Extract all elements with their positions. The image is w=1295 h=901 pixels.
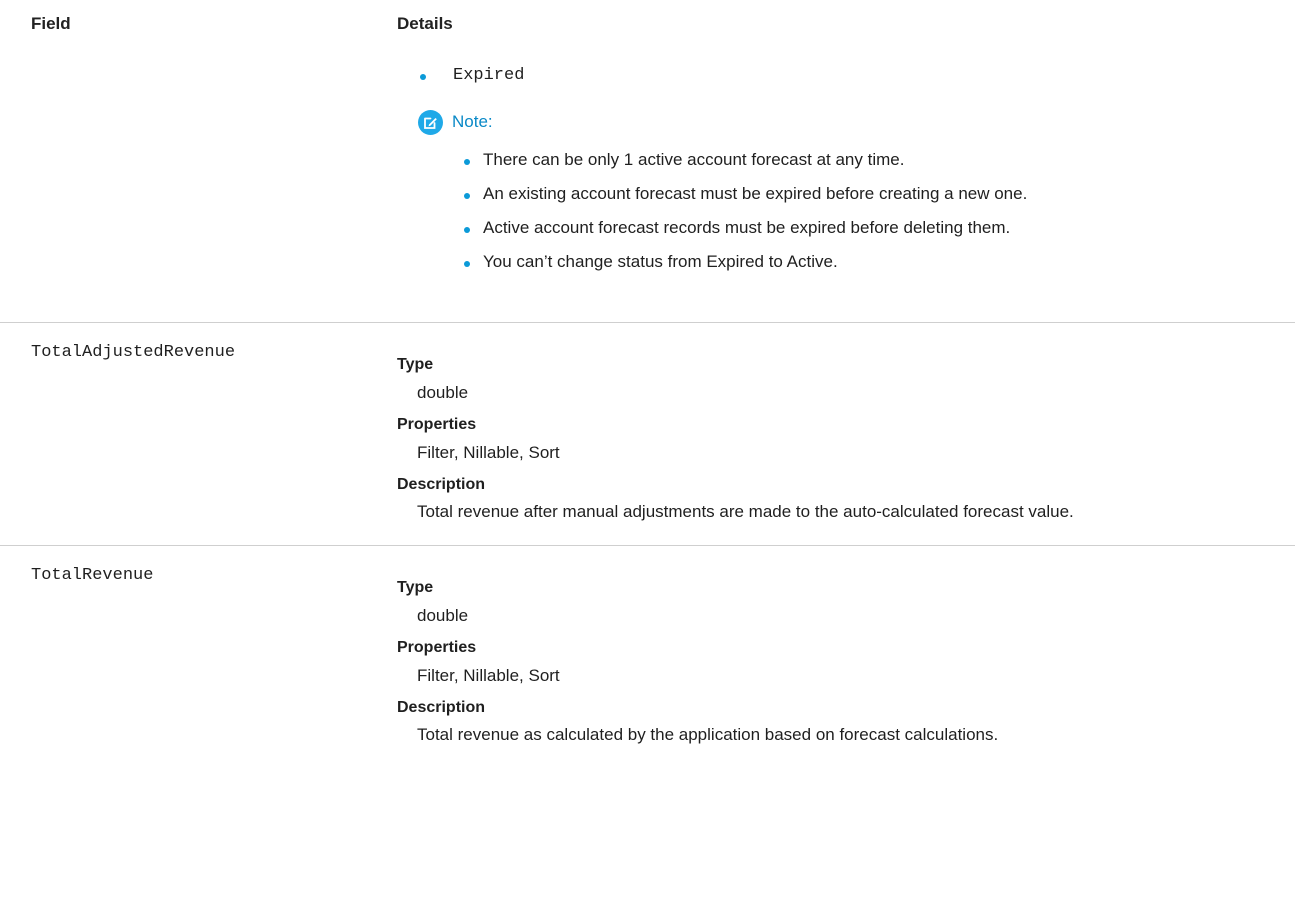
type-value: double [417, 606, 469, 625]
note-edit-icon [418, 110, 443, 135]
note-item: An existing account forecast must be exp… [483, 184, 1028, 203]
note-item: There can be only 1 active account forec… [483, 150, 905, 169]
note-item: Active account forecast records must be … [483, 218, 1011, 237]
field-details-table: Field Details Expired Note: There can be… [0, 0, 1295, 901]
properties-value: Filter, Nillable, Sort [417, 443, 560, 462]
description-label: Description [397, 476, 486, 493]
type-value: double [417, 383, 469, 402]
column-header-field: Field [31, 14, 71, 33]
table-header: Field Details [0, 0, 1295, 42]
properties-label: Properties [397, 416, 477, 433]
properties-value: Filter, Nillable, Sort [417, 666, 560, 685]
properties-label: Properties [397, 639, 477, 656]
note-item: You can’t change status from Expired to … [483, 252, 838, 271]
field-name: TotalAdjustedRevenue [31, 343, 236, 362]
field-name: TotalRevenue [31, 566, 154, 585]
description-label: Description [397, 699, 486, 716]
bullet-icon [464, 193, 470, 199]
row-divider [0, 322, 1295, 323]
bullet-icon [464, 227, 470, 233]
bullet-icon [464, 159, 470, 165]
status-value-expired: Expired [453, 66, 525, 85]
row-divider [0, 545, 1295, 546]
column-header-details: Details [397, 14, 453, 33]
description-value: Total revenue after manual adjustments a… [417, 502, 1074, 521]
bullet-icon [464, 261, 470, 267]
type-label: Type [397, 579, 434, 596]
note-title: Note: [452, 112, 493, 131]
description-value: Total revenue as calculated by the appli… [417, 725, 999, 744]
bullet-icon [420, 74, 426, 80]
type-label: Type [397, 356, 434, 373]
